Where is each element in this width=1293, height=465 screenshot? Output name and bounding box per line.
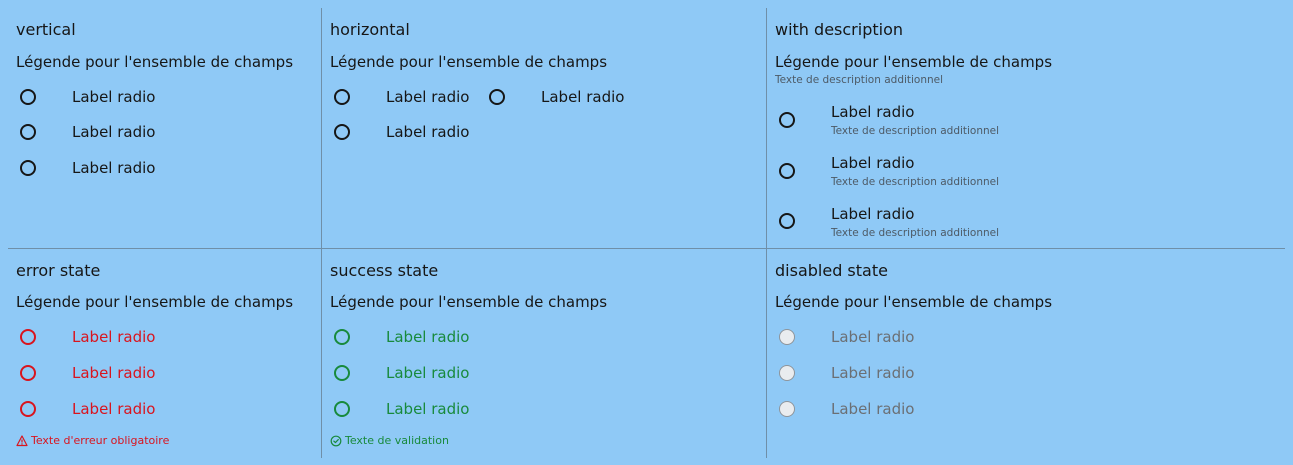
section-title: horizontal: [330, 20, 410, 39]
divider-horizontal: [8, 248, 1285, 249]
radio-button[interactable]: [334, 124, 350, 140]
radio-button[interactable]: [334, 89, 350, 105]
fieldset-hint: Texte de description additionnel: [775, 74, 944, 86]
radio-label[interactable]: Label radio: [72, 327, 155, 347]
section-title: disabled state: [775, 261, 888, 280]
radio-label[interactable]: Label radio: [831, 102, 914, 122]
radio-label[interactable]: Label radio: [831, 204, 914, 224]
radio-label[interactable]: Label radio: [72, 363, 155, 383]
radio-button[interactable]: [20, 160, 36, 176]
radio-button: [779, 401, 795, 417]
check-circle-icon: [330, 435, 342, 447]
radio-label[interactable]: Label radio: [386, 363, 469, 383]
radio-hint: Texte de description additionnel: [831, 176, 1000, 188]
radio-label[interactable]: Label radio: [72, 399, 155, 419]
radio-button[interactable]: [334, 329, 350, 345]
fieldset-legend: Légende pour l'ensemble de champs: [775, 53, 1053, 71]
radio-label[interactable]: Label radio: [72, 122, 155, 142]
section-title: with description: [775, 20, 903, 39]
fieldset-legend: Légende pour l'ensemble de champs: [16, 53, 294, 71]
error-message: Texte d'erreur obligatoire: [16, 434, 169, 448]
radio-label[interactable]: Label radio: [831, 153, 914, 173]
radio-button[interactable]: [334, 401, 350, 417]
radio-label[interactable]: Label radio: [72, 158, 155, 178]
divider-vertical-2: [766, 8, 767, 458]
radio-label[interactable]: Label radio: [72, 87, 155, 107]
warning-icon: [16, 435, 28, 447]
section-title: vertical: [16, 20, 76, 39]
radio-button[interactable]: [20, 124, 36, 140]
radio-label[interactable]: Label radio: [386, 122, 469, 142]
radio-button[interactable]: [489, 89, 505, 105]
radio-label: Label radio: [831, 364, 915, 382]
fieldset-legend: Légende pour l'ensemble de champs: [330, 293, 608, 311]
validation-message: Texte de validation: [330, 434, 449, 448]
radio-label[interactable]: Label radio: [386, 87, 469, 107]
radio-button[interactable]: [20, 89, 36, 105]
radio-button[interactable]: [779, 163, 795, 179]
radio-hint: Texte de description additionnel: [831, 227, 1000, 239]
radio-button[interactable]: [20, 365, 36, 381]
fieldset-legend: Légende pour l'ensemble de champs: [775, 293, 1053, 311]
radio-button[interactable]: [334, 365, 350, 381]
radio-button[interactable]: [779, 213, 795, 229]
radio-label[interactable]: Label radio: [386, 399, 469, 419]
fieldset-legend: Légende pour l'ensemble de champs: [16, 293, 294, 311]
radio-hint: Texte de description additionnel: [831, 125, 1000, 137]
section-title: error state: [16, 261, 101, 280]
radio-button: [779, 365, 795, 381]
radio-button[interactable]: [20, 329, 36, 345]
radio-label[interactable]: Label radio: [541, 87, 624, 107]
error-message-text: Texte d'erreur obligatoire: [31, 434, 170, 447]
radio-button[interactable]: [779, 112, 795, 128]
radio-label: Label radio: [831, 328, 915, 346]
validation-message-text: Texte de validation: [345, 434, 449, 447]
section-title: success state: [330, 261, 439, 280]
fieldset-legend: Légende pour l'ensemble de champs: [330, 53, 608, 71]
radio-label[interactable]: Label radio: [386, 327, 469, 347]
divider-vertical-1: [321, 8, 322, 458]
radio-button: [779, 329, 795, 345]
radio-button[interactable]: [20, 401, 36, 417]
radio-label: Label radio: [831, 400, 915, 418]
